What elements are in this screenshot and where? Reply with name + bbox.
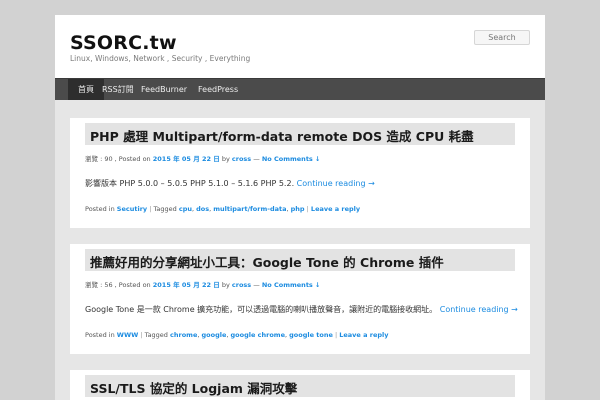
site-title[interactable]: SSORC.tw	[70, 32, 177, 54]
post-footer: Posted in Secutiry | Tagged cpu, dos, mu…	[85, 205, 361, 213]
separator: |	[140, 331, 143, 339]
category-link[interactable]: WWW	[117, 331, 139, 339]
post-title-link[interactable]: PHP 處理 Multipart/form-data remote DOS 造成…	[90, 126, 474, 145]
page-wrapper: SSORC.tw Linux, Windows, Network , Secur…	[55, 15, 545, 400]
site-description: Linux, Windows, Network , Security , Eve…	[70, 54, 251, 63]
post-title-link[interactable]: 推薦好用的分享網址小工具：Google Tone 的 Chrome 插件	[90, 252, 444, 271]
meta-dash: —	[253, 281, 260, 289]
nav-item-home[interactable]: 首頁	[68, 79, 104, 100]
post-by-label: by	[221, 155, 230, 163]
tag-link[interactable]: google	[202, 331, 227, 339]
tagged-label: Tagged	[144, 331, 168, 339]
post-footer: Posted in WWW | Tagged chrome, google, g…	[85, 331, 389, 339]
leave-reply-link[interactable]: Leave a reply	[311, 205, 360, 213]
content-area: PHP 處理 Multipart/form-data remote DOS 造成…	[55, 100, 545, 400]
nav-item-feedpress[interactable]: FeedPress	[198, 79, 238, 100]
separator: |	[334, 331, 338, 339]
search-input[interactable]	[474, 30, 530, 45]
posted-in-label: Posted in	[85, 331, 115, 339]
category-link[interactable]: Secutiry	[117, 205, 147, 213]
leave-reply-link[interactable]: Leave a reply	[339, 331, 388, 339]
post-date-link[interactable]: 2015 年 05 月 22 日	[153, 155, 220, 163]
post-title-bar: SSL/TLS 協定的 Logjam 漏洞攻擊	[85, 375, 515, 397]
post-title-bar: 推薦好用的分享網址小工具：Google Tone 的 Chrome 插件	[85, 249, 515, 271]
nav-item-feedburner[interactable]: FeedBurner	[141, 79, 187, 100]
tag-link[interactable]: chrome	[170, 331, 197, 339]
post-meta: 瀏覽 : 90 , Posted on 2015 年 05 月 22 日 by …	[85, 153, 321, 163]
post-meta: 瀏覽 : 56 , Posted on 2015 年 05 月 22 日 by …	[85, 279, 321, 289]
main-nav: 首頁 RSS訂閱 FeedBurner FeedPress	[55, 78, 545, 100]
tagged-label: Tagged	[153, 205, 177, 213]
post-excerpt: 影響版本 PHP 5.0.0 – 5.0.5 PHP 5.1.0 – 5.1.6…	[85, 178, 375, 189]
nav-item-rss[interactable]: RSS訂閱	[102, 79, 134, 100]
post-views: 瀏覽 : 90 , Posted on	[85, 155, 151, 163]
continue-reading-link[interactable]: Continue reading →	[440, 305, 518, 314]
post-title-bar: PHP 處理 Multipart/form-data remote DOS 造成…	[85, 123, 515, 145]
tag-link[interactable]: dos	[196, 205, 209, 213]
tag-link[interactable]: google tone	[289, 331, 333, 339]
tag-link[interactable]: multipart/form-data	[213, 205, 286, 213]
meta-dash: —	[253, 155, 260, 163]
separator: |	[306, 205, 309, 213]
post-excerpt: Google Tone 是一款 Chrome 擴充功能，可以透過電腦的喇叭播放聲…	[85, 304, 518, 315]
tag-link[interactable]: google chrome	[231, 331, 285, 339]
post-comments-link[interactable]: No Comments ↓	[262, 281, 321, 289]
post-views: 瀏覽 : 56 , Posted on	[85, 281, 151, 289]
post: PHP 處理 Multipart/form-data remote DOS 造成…	[70, 118, 530, 228]
post-title-link[interactable]: SSL/TLS 協定的 Logjam 漏洞攻擊	[90, 378, 297, 397]
posted-in-label: Posted in	[85, 205, 115, 213]
continue-reading-link[interactable]: Continue reading →	[297, 179, 375, 188]
post-excerpt-text: 影響版本 PHP 5.0.0 – 5.0.5 PHP 5.1.0 – 5.1.6…	[85, 179, 295, 188]
post-author-link[interactable]: cross	[232, 281, 251, 289]
post: SSL/TLS 協定的 Logjam 漏洞攻擊	[70, 370, 530, 400]
post-comments-link[interactable]: No Comments ↓	[262, 155, 321, 163]
tag-link[interactable]: cpu	[179, 205, 192, 213]
post-excerpt-text: Google Tone 是一款 Chrome 擴充功能，可以透過電腦的喇叭播放聲…	[85, 305, 438, 314]
post-date-link[interactable]: 2015 年 05 月 22 日	[153, 281, 220, 289]
separator: |	[149, 205, 152, 213]
tag-link[interactable]: php	[291, 205, 305, 213]
post: 推薦好用的分享網址小工具：Google Tone 的 Chrome 插件 瀏覽 …	[70, 244, 530, 354]
post-by-label: by	[221, 281, 230, 289]
post-author-link[interactable]: cross	[232, 155, 251, 163]
